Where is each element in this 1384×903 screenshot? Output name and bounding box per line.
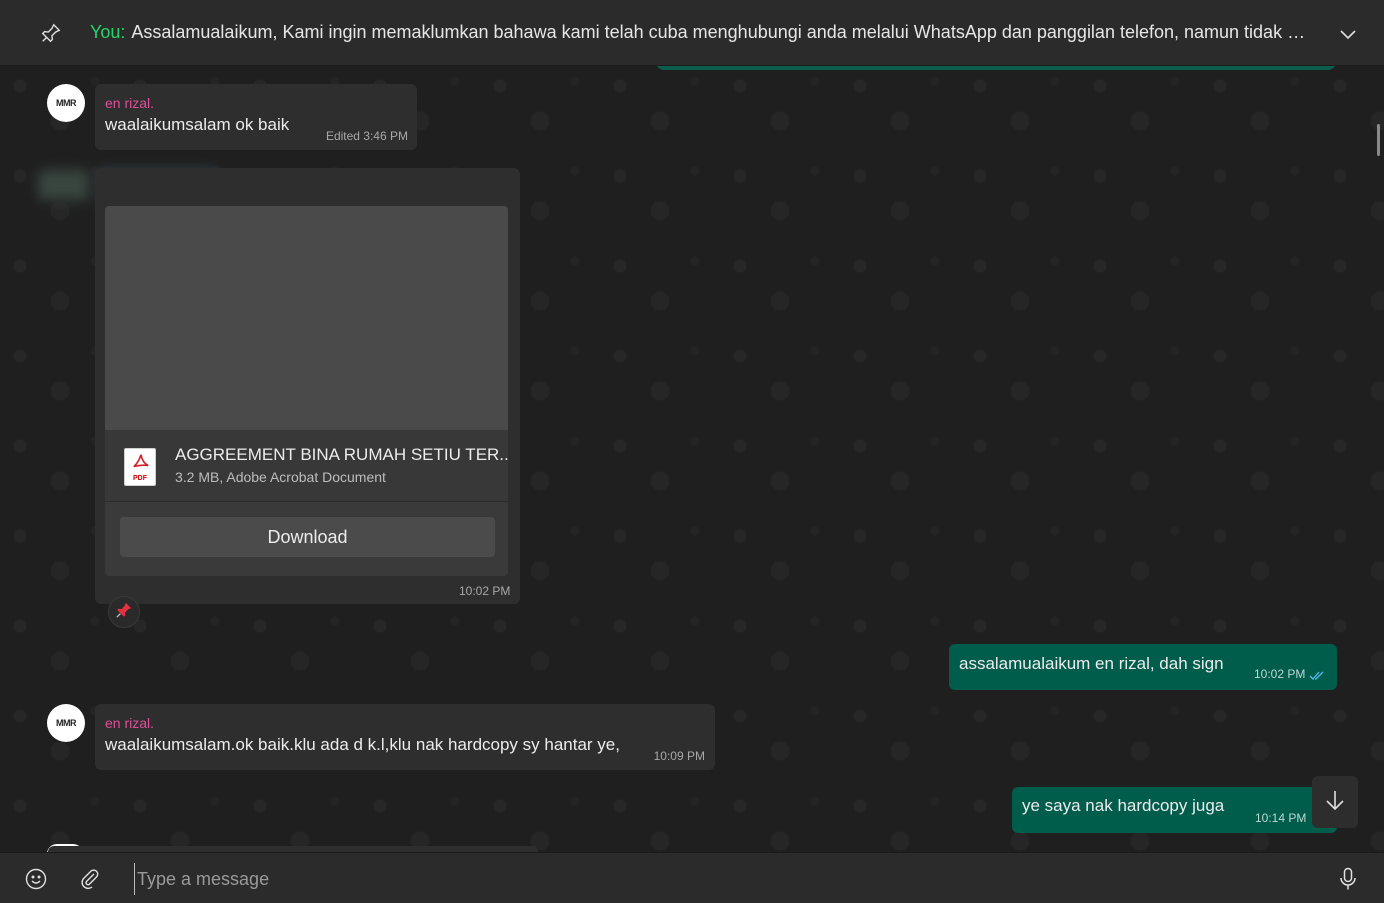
document-name: AGGREEMENT BINA RUMAH SETIU TER... [175,445,508,464]
document-card[interactable]: PDF AGGREEMENT BINA RUMAH SETIU TER... 3… [105,206,508,576]
emoji-icon[interactable] [24,867,48,891]
avatar-logo: MMR [56,718,77,728]
message-time: 10:09 PM [653,749,705,763]
compose-bar [0,852,1384,903]
message-text: assalamualaikum en rizal, dah sign [959,654,1224,673]
outgoing-bubble-edge [656,66,1336,70]
pinned-message-bar[interactable]: You: Assalamualaikum, Kami ingin memaklum… [0,0,1384,66]
scrollbar-thumb[interactable] [1377,124,1380,156]
pin-icon[interactable] [40,22,62,44]
message-input[interactable] [134,863,1284,895]
message-text: ye saya nak hardcopy juga [1022,796,1225,815]
document-info[interactable]: PDF AGGREEMENT BINA RUMAH SETIU TER... 3… [105,430,508,502]
sender-name: en rizal. [105,95,155,111]
message-time: 10:02 PM [459,584,511,598]
arrow-down-icon [1325,789,1345,816]
pinned-sender-you: You: [90,22,126,42]
reaction-badge[interactable] [108,596,140,628]
message-text: waalaikumsalam ok baik [105,115,290,134]
pdf-label: PDF [133,475,147,482]
avatar-logo: MMR [56,98,77,108]
message-bubble-incoming[interactable]: en rizal. waalaikumsalam.ok baik.klu ada… [95,704,715,770]
message-text: waalaikumsalam.ok baik.klu ada d k.l,klu… [105,735,620,754]
avatar[interactable]: MMR [47,84,85,122]
avatar[interactable]: MMR [47,704,85,742]
pinned-message-text: Assalamualaikum, Kami ingin memaklumkan … [131,22,1320,42]
scroll-to-bottom-button[interactable] [1312,776,1358,828]
microphone-icon[interactable] [1336,867,1360,891]
message-bubble-outgoing[interactable]: assalamualaikum en rizal, dah sign 10:02… [949,644,1337,690]
attach-icon[interactable] [78,867,102,891]
pdf-icon: PDF [124,448,156,486]
read-receipt-icon [1309,668,1325,686]
message-meta: Edited 3:46 PM [325,129,408,143]
message-time: 10:02 PM [1254,667,1306,681]
chat-messages-area[interactable]: MMR en rizal. waalaikumsalam ok baik Edi… [0,66,1384,852]
chevron-down-icon[interactable] [1338,24,1358,44]
document-details: 3.2 MB, Adobe Acrobat Document [175,469,386,485]
message-bubble-outgoing[interactable]: ye saya nak hardcopy juga 10:14 PM [1012,787,1337,833]
sender-name: en rizal. [105,715,155,731]
message-bubble-incoming[interactable]: en rizal. waalaikumsalam ok baik Edited … [95,84,417,150]
download-button[interactable]: Download [120,517,495,557]
pinned-message-preview: You: Assalamualaikum, Kami ingin memaklum… [90,22,1320,43]
document-preview[interactable] [105,206,508,430]
pushpin-icon [115,601,133,624]
message-time: 10:14 PM [1255,811,1307,825]
